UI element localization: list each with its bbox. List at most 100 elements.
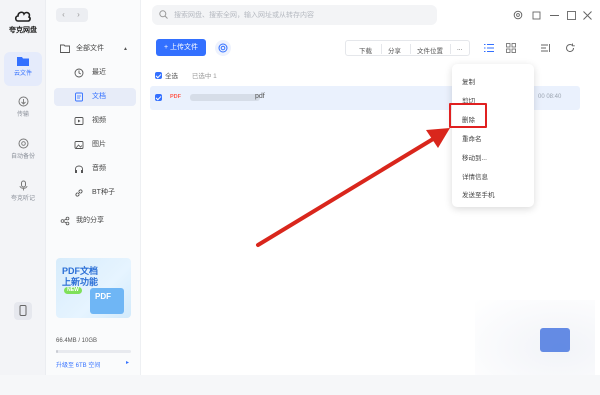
- sidebar-item-recent[interactable]: 最近: [54, 64, 136, 82]
- sidebar-item-label: BT种子: [92, 189, 115, 196]
- pin-icon[interactable]: [532, 11, 541, 20]
- pdf-label: PDF: [95, 292, 111, 301]
- menu-item-send-to-phone[interactable]: 发送至手机: [462, 189, 495, 199]
- upgrade-link[interactable]: 升级至 6TB 空间: [56, 360, 100, 369]
- sidebar-item-documents[interactable]: 文档: [54, 88, 136, 106]
- backup-icon: [18, 138, 28, 149]
- caret-up-icon: ▲: [123, 46, 128, 52]
- rail-item-voice-notes[interactable]: 夸克听记: [4, 176, 42, 210]
- nav-buttons: ‹ ›: [56, 8, 88, 22]
- sidebar-item-label: 图片: [92, 141, 106, 148]
- arrow-head: [426, 128, 450, 148]
- rail-label: 传输: [16, 112, 29, 118]
- blurred-badge: [540, 328, 570, 352]
- target-icon: [218, 43, 228, 53]
- image-icon: [74, 141, 84, 149]
- file-extension: pdf: [255, 93, 265, 100]
- sidebar-item-label: 最近: [92, 69, 106, 76]
- divider: [381, 44, 382, 54]
- back-button[interactable]: ‹: [56, 8, 71, 22]
- pdf-promo-banner[interactable]: PDF文档 上新功能 NEW PDF: [56, 258, 131, 318]
- sidebar-item-bt-seeds[interactable]: BT种子: [54, 184, 136, 202]
- target-button[interactable]: [215, 40, 231, 56]
- transfer-icon: [18, 96, 28, 107]
- maximize-icon[interactable]: [567, 11, 576, 20]
- forward-button[interactable]: ›: [71, 8, 86, 22]
- storage-bar: [56, 350, 131, 353]
- storage-bar-fill: [56, 350, 58, 353]
- sidebar: ‹ › 全部文件 ▲ 最近 文档 视频 图片 音频 BT种子 我的分享: [46, 0, 141, 375]
- more-button[interactable]: ...: [457, 45, 462, 52]
- link-icon: [75, 189, 83, 197]
- rail-label: 云文件: [13, 71, 32, 77]
- storage-usage: 66.4MB / 10GB: [56, 338, 98, 344]
- bottom-strip: [0, 375, 600, 395]
- pdf-document-illustration: PDF: [90, 288, 124, 314]
- rail-label: 自动备份: [10, 154, 35, 160]
- sidebar-item-label: 视频: [92, 117, 106, 124]
- arrow-shaft: [256, 134, 440, 247]
- cloud-logo-icon: [14, 11, 31, 22]
- sidebar-item-my-share[interactable]: 我的分享: [54, 212, 136, 230]
- list-view-icon[interactable]: [484, 43, 494, 53]
- pdf-file-icon: PDF: [170, 94, 181, 100]
- select-all-bar: 全选 已选中 1: [155, 70, 217, 80]
- sidebar-item-video[interactable]: 视频: [54, 112, 136, 130]
- upload-button[interactable]: + 上传文件: [156, 39, 206, 56]
- file-location-button[interactable]: 文件位置: [417, 45, 443, 55]
- sidebar-item-images[interactable]: 图片: [54, 136, 136, 154]
- minimize-icon[interactable]: [550, 14, 559, 17]
- share-icon: [60, 216, 70, 226]
- search-icon: [159, 10, 168, 19]
- blurred-corner: [475, 300, 595, 380]
- rail-label: 夸克听记: [10, 196, 35, 202]
- file-modified-time: 00 08:40: [538, 94, 562, 100]
- select-all-label: 全选: [165, 73, 178, 80]
- close-icon[interactable]: [583, 11, 592, 20]
- download-button[interactable]: 下载: [359, 45, 372, 55]
- settings-icon[interactable]: [513, 10, 523, 20]
- sidebar-item-all-files[interactable]: 全部文件 ▲: [54, 40, 136, 58]
- microphone-icon: [19, 180, 27, 191]
- share-button[interactable]: 分享: [388, 45, 401, 55]
- search-bar[interactable]: 搜索网盘、搜索全网，输入网址或从转存内容: [152, 5, 437, 25]
- blurred-file-name: [190, 94, 260, 101]
- sort-icon[interactable]: [541, 43, 551, 53]
- app-name: 夸克网盘: [9, 27, 37, 34]
- document-icon: [75, 92, 83, 102]
- app-logo: 夸克网盘: [0, 8, 46, 35]
- headphones-icon: [75, 165, 83, 173]
- sidebar-item-audio[interactable]: 音频: [54, 160, 136, 178]
- divider: [450, 44, 451, 54]
- divider: [410, 44, 411, 54]
- select-all-checkbox[interactable]: [155, 72, 162, 79]
- sidebar-item-label: 我的分享: [76, 217, 104, 224]
- upload-label: 上传文件: [170, 44, 199, 51]
- context-menu: 复制 剪切 删除 重命名 移动到... 详情信息 发送至手机: [452, 64, 534, 207]
- file-actions-group: 下载 分享 文件位置 ...: [345, 40, 470, 56]
- menu-item-copy[interactable]: 复制: [462, 76, 475, 86]
- menu-item-move-to[interactable]: 移动到...: [462, 152, 487, 162]
- rail-item-cloud-files[interactable]: 云文件: [4, 52, 42, 86]
- menu-item-rename[interactable]: 重命名: [462, 133, 482, 143]
- row-checkbox[interactable]: [155, 94, 162, 101]
- video-icon: [74, 117, 84, 125]
- left-rail: 夸克网盘 云文件 传输 自动备份 夸克听记: [0, 0, 46, 375]
- app-window: 夸克网盘 云文件 传输 自动备份 夸克听记 ‹ › 全部文件 ▲ 最近 文档 视…: [0, 0, 600, 395]
- sidebar-item-label: 文档: [92, 93, 106, 100]
- folder-icon: [60, 44, 70, 53]
- refresh-icon[interactable]: [565, 43, 575, 53]
- selected-count: 已选中 1: [191, 73, 217, 80]
- menu-item-details[interactable]: 详情信息: [462, 171, 488, 181]
- new-badge: NEW: [64, 287, 82, 294]
- sidebar-item-label: 音频: [92, 165, 106, 172]
- phone-icon: [19, 305, 27, 316]
- delete-highlight-box: [449, 103, 487, 128]
- rail-item-auto-backup[interactable]: 自动备份: [4, 134, 42, 168]
- phone-button[interactable]: [14, 302, 32, 320]
- search-placeholder: 搜索网盘、搜索全网，输入网址或从转存内容: [174, 12, 314, 19]
- rail-item-transfer[interactable]: 传输: [4, 92, 42, 126]
- upgrade-arrow-icon: ▸: [126, 360, 130, 366]
- grid-view-icon[interactable]: [506, 43, 516, 53]
- sidebar-item-label: 全部文件: [76, 45, 104, 52]
